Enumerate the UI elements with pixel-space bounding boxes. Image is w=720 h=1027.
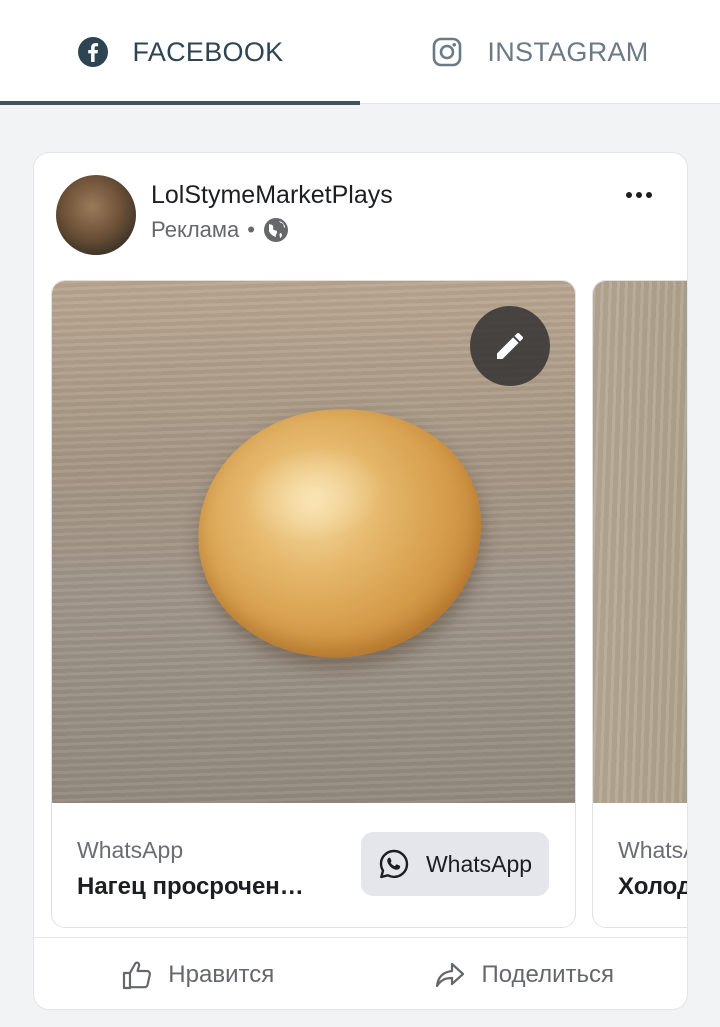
share-button[interactable]: Поделиться	[361, 938, 688, 1009]
more-options-icon	[626, 192, 632, 198]
pencil-icon	[497, 332, 524, 359]
ad-carousel[interactable]: WhatsApp Нагец просрочен… WhatsApp Whats…	[51, 280, 688, 928]
carousel-item-footer: WhatsApp Нагец просрочен… WhatsApp	[52, 803, 575, 927]
more-options-button[interactable]	[621, 183, 657, 207]
carousel-item-image[interactable]	[593, 281, 687, 803]
item-title: Холод	[618, 873, 688, 900]
post-action-bar: Нравится Поделиться	[34, 937, 688, 1009]
whatsapp-icon	[379, 849, 409, 879]
item-source: WhatsA	[618, 837, 687, 863]
carousel-item[interactable]: WhatsA Холод	[592, 280, 688, 928]
tab-instagram-label: INSTAGRAM	[487, 36, 649, 67]
cta-label: WhatsApp	[425, 850, 533, 877]
thumbs-up-icon	[123, 961, 152, 989]
post-header: LolStymeMarketPlays Реклама •	[34, 153, 687, 281]
facebook-icon	[77, 37, 108, 67]
page-avatar[interactable]	[56, 175, 136, 255]
tab-facebook-label: FACEBOOK	[132, 36, 284, 67]
tab-instagram[interactable]: INSTAGRAM	[360, 0, 720, 104]
instagram-icon	[433, 37, 462, 67]
globe-icon	[263, 218, 288, 242]
like-label: Нравится	[168, 960, 275, 988]
platform-tabs: FACEBOOK INSTAGRAM	[0, 0, 720, 105]
carousel-item-image[interactable]	[52, 281, 575, 803]
nugget-photo	[182, 390, 498, 676]
item-source: WhatsApp	[77, 837, 184, 863]
sponsored-row: Реклама •	[151, 217, 289, 243]
sponsored-label: Реклама	[151, 217, 240, 242]
whatsapp-cta-button[interactable]: WhatsApp	[361, 832, 549, 896]
carousel-item[interactable]: WhatsApp Нагец просрочен… WhatsApp	[51, 280, 576, 928]
share-icon	[436, 962, 465, 987]
ad-post-card: LolStymeMarketPlays Реклама • WhatsApp Н…	[33, 152, 688, 1010]
like-button[interactable]: Нравится	[34, 938, 361, 1009]
carousel-item-footer: WhatsA Холод	[593, 803, 688, 927]
separator-dot: •	[247, 217, 255, 242]
edit-button[interactable]	[470, 306, 550, 386]
share-label: Поделиться	[481, 960, 615, 988]
item-title: Нагец просрочен…	[77, 873, 304, 900]
tab-facebook[interactable]: FACEBOOK	[0, 0, 360, 105]
page-name[interactable]: LolStymeMarketPlays	[151, 181, 393, 210]
